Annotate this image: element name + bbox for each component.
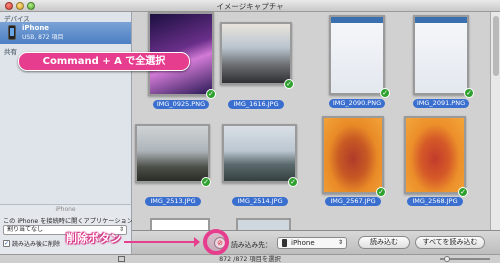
checkmark-icon: ✓ xyxy=(464,88,474,98)
checkmark-icon: ✓ xyxy=(458,187,468,197)
title-bar: イメージキャプチャ xyxy=(0,0,500,12)
thumbnail-item[interactable]: ✓ IMG_2514.JPG xyxy=(222,124,298,206)
checkmark-icon: ✓ xyxy=(376,187,386,197)
photo-thumbnail xyxy=(329,15,385,95)
slider-knob[interactable] xyxy=(444,256,450,262)
checkmark-icon: ✓ xyxy=(380,88,390,98)
thumbnail-label: IMG_2514.JPG xyxy=(232,197,288,206)
delete-button-annotation: 削除ボタン xyxy=(66,232,121,245)
checkmark-icon: ✓ xyxy=(288,177,298,187)
photo-thumbnail xyxy=(413,15,469,95)
delete-after-label: 読み込み後に削除 xyxy=(12,241,61,248)
shared-header: 共有 xyxy=(4,48,17,56)
photo-thumbnail-partial xyxy=(150,218,210,230)
thumbnail-label: IMG_1616.JPG xyxy=(228,100,284,109)
photo-thumbnail xyxy=(222,124,297,183)
thumbnail-item[interactable]: ✓ IMG_1616.JPG xyxy=(220,22,294,109)
select-all-annotation: Command + A で全選択 xyxy=(18,52,190,71)
import-to-label: 読み込み先： xyxy=(231,241,272,249)
import-all-button[interactable]: すべてを読み込む xyxy=(415,236,485,249)
thumbnail-grid: ✓ IMG_0925.PNG ✓ IMG_1616.JPG ✓ IMG_2090… xyxy=(132,12,490,230)
import-destination-select[interactable]: iPhone ⇕ xyxy=(277,237,347,249)
device-sub: USB, 872 項目 xyxy=(22,34,64,41)
thumbnail-label: IMG_2090.PNG xyxy=(329,99,385,108)
sidebar: デバイス iPhone USB, 872 項目 共有 iPhone この iPh… xyxy=(0,12,139,263)
import-button[interactable]: 読み込む xyxy=(358,236,410,249)
delete-after-checkbox[interactable]: ✓ 読み込み後に削除 xyxy=(3,239,60,248)
thumbnail-item[interactable]: ✓ IMG_2567.JPG xyxy=(320,116,386,206)
checkmark-icon: ✓ xyxy=(284,79,294,89)
chevron-updown-icon: ⇕ xyxy=(337,239,343,246)
import-destination-value: iPhone xyxy=(291,239,315,247)
connect-app-value: 割り当てなし xyxy=(7,226,44,233)
checkbox-icon: ✓ xyxy=(3,240,10,247)
iphone-icon xyxy=(282,239,287,247)
thumbnail-item[interactable]: ✓ IMG_2568.JPG xyxy=(402,116,468,206)
thumbnail-label: IMG_2513.JPG xyxy=(145,197,201,206)
thumbnail-label: IMG_2568.JPG xyxy=(407,197,463,206)
photo-thumbnail-partial xyxy=(236,218,291,230)
thumbnail-label: IMG_0925.PNG xyxy=(153,100,209,109)
device-name: iPhone xyxy=(22,24,50,32)
iphone-icon xyxy=(8,25,16,40)
photo-thumbnail xyxy=(220,22,292,85)
thumbnail-label: IMG_2091.PNG xyxy=(413,99,469,108)
thumbnail-item[interactable]: ✓ IMG_2090.PNG xyxy=(324,15,390,108)
vertical-scrollbar[interactable] xyxy=(490,12,500,230)
status-text: 872 /872 項目を選択 xyxy=(219,256,281,263)
scrollbar-thumb[interactable] xyxy=(493,16,499,76)
thumbnail-label: IMG_2567.JPG xyxy=(325,197,381,206)
arrow-right-icon xyxy=(124,237,200,247)
connect-question: この iPhone を接続時に開くアプリケーション： xyxy=(3,218,140,225)
status-bar: 872 /872 項目を選択 xyxy=(0,254,500,263)
thumbnail-item[interactable]: ✓ IMG_2513.JPG xyxy=(135,124,211,206)
photo-thumbnail xyxy=(404,116,466,194)
window-title: イメージキャプチャ xyxy=(216,2,284,11)
checkmark-icon: ✓ xyxy=(206,89,216,99)
panel-device-label: iPhone xyxy=(55,206,76,213)
thumbnail-size-slider[interactable] xyxy=(440,256,490,262)
thumbnail-item[interactable]: ✓ IMG_2091.PNG xyxy=(408,15,474,108)
checkmark-icon: ✓ xyxy=(201,177,211,187)
photo-thumbnail xyxy=(135,124,210,183)
highlight-circle xyxy=(203,229,229,255)
photo-thumbnail xyxy=(322,116,384,194)
sidebar-item-iphone[interactable]: iPhone USB, 872 項目 xyxy=(0,22,131,44)
